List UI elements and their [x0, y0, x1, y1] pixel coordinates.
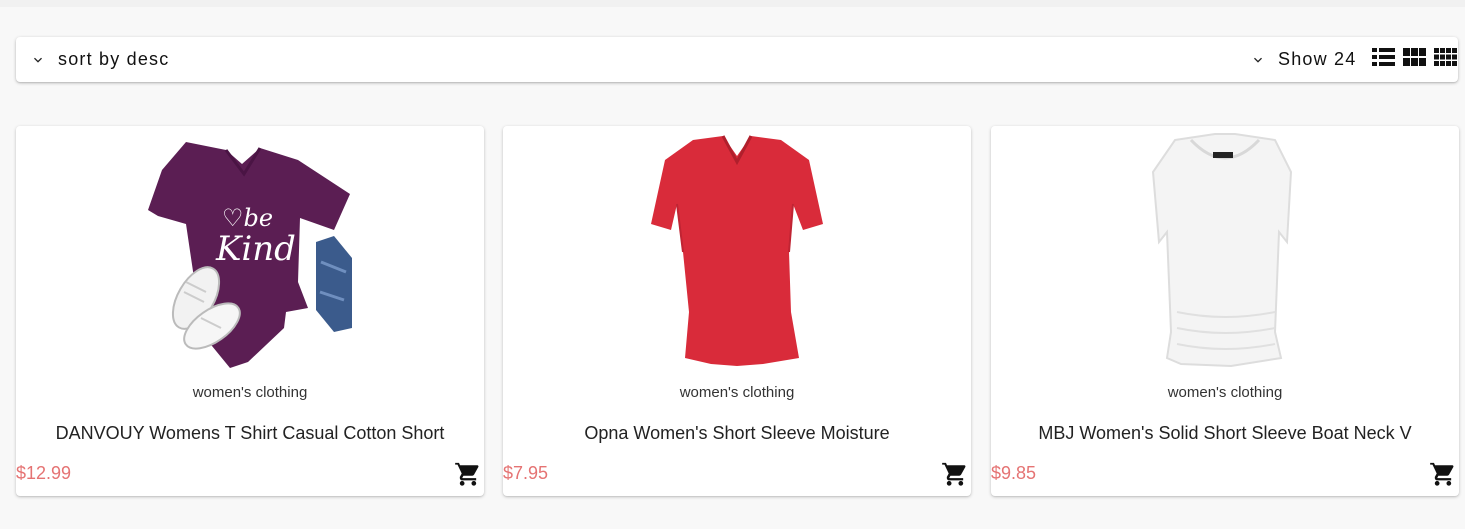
add-to-cart-icon[interactable] — [454, 460, 482, 488]
show-count-label: Show 24 — [1278, 49, 1357, 69]
listing-toolbar: sort by desc Show 24 — [16, 37, 1458, 82]
white-boatneck-top-image[interactable] — [991, 132, 1459, 372]
show-count-dropdown[interactable]: Show 24 — [1250, 37, 1356, 82]
red-vneck-tshirt-image[interactable] — [503, 132, 971, 372]
product-category: women's clothing — [679, 384, 795, 401]
product-price: $9.85 — [991, 463, 1037, 483]
product-price: $7.95 — [503, 463, 549, 483]
list-view-icon[interactable] — [1372, 47, 1395, 67]
view-mode-switcher — [1372, 47, 1457, 67]
top-strip — [0, 0, 1465, 7]
product-category: women's clothing — [1167, 384, 1283, 401]
product-card[interactable]: ♡be Kind women's clothing DANVOUY Womens… — [16, 126, 484, 496]
product-price: $12.99 — [16, 463, 72, 483]
sort-dropdown[interactable]: sort by desc — [30, 37, 169, 82]
product-grid: ♡be Kind women's clothing DANVOUY Womens… — [16, 126, 1459, 498]
grid-view-icon[interactable] — [1403, 47, 1426, 67]
svg-text:♡be: ♡be — [222, 204, 273, 232]
product-title[interactable]: MBJ Women's Solid Short Sleeve Boat Neck… — [991, 423, 1459, 444]
product-title[interactable]: DANVOUY Womens T Shirt Casual Cotton Sho… — [16, 423, 484, 444]
product-category: women's clothing — [192, 384, 308, 401]
product-card[interactable]: women's clothing MBJ Women's Solid Short… — [991, 126, 1459, 496]
product-title[interactable]: Opna Women's Short Sleeve Moisture — [503, 423, 971, 444]
add-to-cart-icon[interactable] — [941, 460, 969, 488]
compact-grid-view-icon[interactable] — [1434, 47, 1457, 67]
product-card[interactable]: women's clothing Opna Women's Short Slee… — [503, 126, 971, 496]
sort-label: sort by desc — [58, 49, 170, 69]
purple-be-kind-tshirt-image[interactable]: ♡be Kind — [16, 132, 484, 372]
add-to-cart-icon[interactable] — [1429, 460, 1457, 488]
chevron-down-icon — [34, 57, 42, 63]
chevron-down-icon — [1254, 57, 1262, 63]
svg-text:Kind: Kind — [215, 229, 296, 269]
